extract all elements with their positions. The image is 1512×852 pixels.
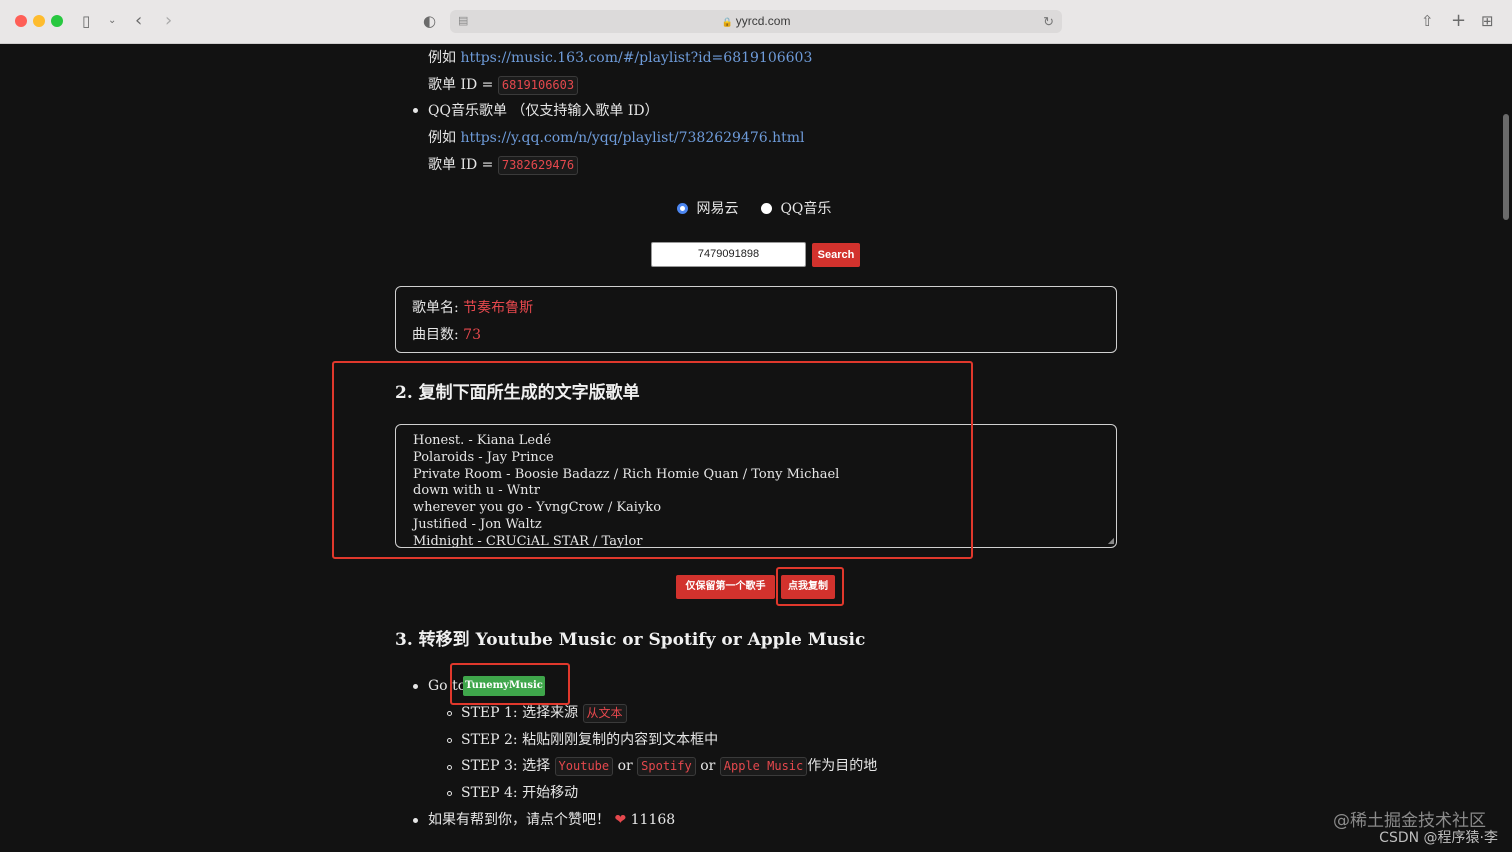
- reload-icon[interactable]: ↻: [1043, 10, 1054, 33]
- like-text: 如果有帮到你，请点个赞吧！: [428, 812, 610, 828]
- radio-netease[interactable]: 网易云: [677, 199, 738, 219]
- netease-example-link[interactable]: https://music.163.com/#/playlist?id=6819…: [460, 50, 812, 66]
- step-code: Spotify: [637, 757, 696, 776]
- search-button[interactable]: Search: [812, 243, 860, 267]
- step-text: STEP 1: 选择来源: [461, 705, 579, 721]
- highlight-box: [776, 567, 844, 606]
- heart-icon[interactable]: ❤: [614, 812, 626, 828]
- track-count: 73: [463, 327, 481, 343]
- highlight-box: [332, 361, 973, 559]
- radio-label: 网易云: [696, 201, 739, 217]
- example-prefix: 例如: [428, 50, 456, 66]
- netease-id-code: 6819106603: [497, 76, 579, 95]
- url-text: yyrcd.com: [735, 14, 791, 28]
- or-text: or: [617, 758, 633, 774]
- step-1: STEP 1: 选择来源 从文本: [461, 703, 627, 723]
- zoom-window-button[interactable]: [51, 15, 63, 27]
- step-3: STEP 3: 选择 Youtube or Spotify or Apple M…: [461, 756, 877, 776]
- shield-icon[interactable]: ◐: [423, 12, 436, 30]
- chevron-right-icon[interactable]: ›: [165, 12, 172, 30]
- step-code: Apple Music: [719, 757, 808, 776]
- share-icon[interactable]: ⇧: [1421, 12, 1434, 30]
- step-suffix: 作为目的地: [807, 758, 878, 774]
- step-text: STEP 3: 选择: [461, 758, 551, 774]
- count-label: 曲目数:: [412, 327, 459, 343]
- section-3-heading: 3. 转移到 Youtube Music or Spotify or Apple…: [395, 630, 866, 650]
- page-icon: ▤: [458, 15, 469, 27]
- qq-id-line: 歌单 ID = 7382629476: [428, 155, 579, 175]
- browser-toolbar: ▯ ⌄ ‹ › ◐ ▤ 🔒 yyrcd.com ↻ ⇧ + ⊞: [0, 0, 1512, 44]
- plus-icon[interactable]: +: [1451, 12, 1466, 30]
- watermark-csdn: CSDN @程序猿·李: [1379, 830, 1498, 846]
- tab-overview-icon[interactable]: ⊞: [1481, 12, 1494, 30]
- bullet: [413, 684, 418, 689]
- like-count: 11168: [630, 812, 676, 828]
- netease-id-line: 歌单 ID = 6819106603: [428, 75, 579, 95]
- id-label: 歌单 ID =: [428, 157, 494, 173]
- qq-example-link[interactable]: https://y.qq.com/n/yqq/playlist/73826294…: [460, 130, 804, 146]
- playlist-name: 节奏布鲁斯: [463, 300, 534, 316]
- step-code: Youtube: [554, 757, 614, 776]
- lock-icon: 🔒: [721, 17, 733, 27]
- playlist-id-input[interactable]: 7479091898: [651, 242, 806, 267]
- step-code: 从文本: [582, 704, 627, 723]
- sidebar-icon[interactable]: ▯: [82, 12, 90, 30]
- radio-unselected-icon[interactable]: [761, 203, 772, 214]
- track-count-line: 曲目数: 73: [412, 325, 481, 345]
- like-line: 如果有帮到你，请点个赞吧！ ❤ 11168: [428, 810, 675, 830]
- resize-handle-icon[interactable]: ◢: [1108, 536, 1114, 545]
- scrollbar[interactable]: [1503, 114, 1509, 220]
- radio-selected-icon[interactable]: [677, 203, 688, 214]
- example-prefix: 例如: [428, 130, 456, 146]
- page-content: 例如 https://music.163.com/#/playlist?id=6…: [0, 44, 1512, 852]
- circle-bullet: [447, 738, 452, 743]
- step-4: STEP 4: 开始移动: [461, 785, 579, 801]
- playlist-name-line: 歌单名: 节奏布鲁斯: [412, 298, 533, 318]
- chevron-down-icon[interactable]: ⌄: [108, 12, 116, 30]
- highlight-box: [450, 663, 570, 705]
- radio-qq[interactable]: QQ音乐: [761, 199, 831, 219]
- qq-id-code: 7382629476: [497, 156, 579, 175]
- step-2: STEP 2: 粘贴刚刚复制的内容到文本框中: [461, 732, 719, 748]
- bullet: [413, 818, 418, 823]
- close-window-button[interactable]: [15, 15, 27, 27]
- or-text: or: [700, 758, 716, 774]
- bullet: [413, 108, 418, 113]
- circle-bullet: [447, 711, 452, 716]
- qq-bullet-text: QQ音乐歌单 （仅支持输入歌单 ID）: [428, 103, 659, 119]
- address-bar[interactable]: ▤ 🔒 yyrcd.com ↻: [450, 10, 1062, 33]
- minimize-window-button[interactable]: [33, 15, 45, 27]
- qq-example: 例如 https://y.qq.com/n/yqq/playlist/73826…: [428, 128, 805, 148]
- netease-example: 例如 https://music.163.com/#/playlist?id=6…: [428, 48, 812, 68]
- id-label: 歌单 ID =: [428, 77, 494, 93]
- chevron-left-icon[interactable]: ‹: [135, 12, 142, 30]
- playlist-info-box: 歌单名: 节奏布鲁斯 曲目数: 73: [395, 286, 1117, 353]
- name-label: 歌单名:: [412, 300, 459, 316]
- radio-label: QQ音乐: [780, 201, 832, 217]
- circle-bullet: [447, 791, 452, 796]
- keep-first-artist-button[interactable]: 仅保留第一个歌手: [676, 575, 775, 599]
- circle-bullet: [447, 765, 452, 770]
